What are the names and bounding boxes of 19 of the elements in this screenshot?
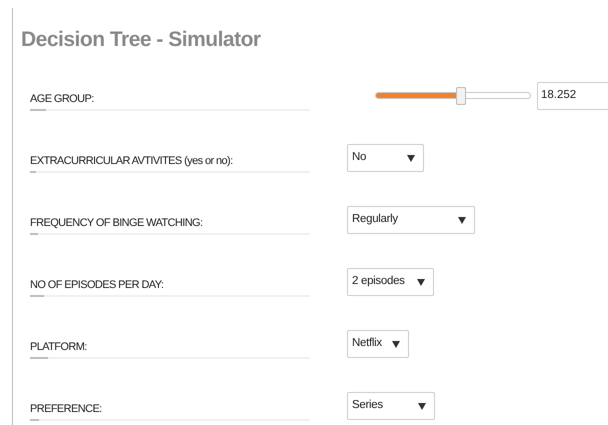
dropdown[interactable]: Series xyxy=(347,392,435,420)
caret-icon xyxy=(418,402,426,410)
dropdown[interactable]: No xyxy=(347,144,424,172)
field-label: AGE GROUP: xyxy=(30,92,94,106)
dropdown[interactable]: Netflix xyxy=(347,330,409,358)
dropdown[interactable]: 2 episodes xyxy=(347,268,434,296)
field-label: NO OF EPISODES PER DAY: xyxy=(30,278,164,292)
dropdown[interactable]: Regularly xyxy=(347,206,475,234)
caret-icon xyxy=(392,340,400,348)
caret-icon xyxy=(417,278,425,286)
page-title: Decision Tree - Simulator xyxy=(21,27,261,52)
value-field[interactable]: 18.252 xyxy=(537,82,608,110)
field-label: EXTRACURRICULAR AVTIVITES (yes or no): xyxy=(30,154,233,168)
field-label: PREFERENCE: xyxy=(30,402,102,416)
field-label: PLATFORM: xyxy=(30,340,87,354)
age-slider[interactable] xyxy=(375,87,531,105)
field-label: FREQUENCY OF BINGE WATCHING: xyxy=(30,216,202,230)
caret-icon xyxy=(458,216,466,224)
caret-icon xyxy=(407,154,415,162)
